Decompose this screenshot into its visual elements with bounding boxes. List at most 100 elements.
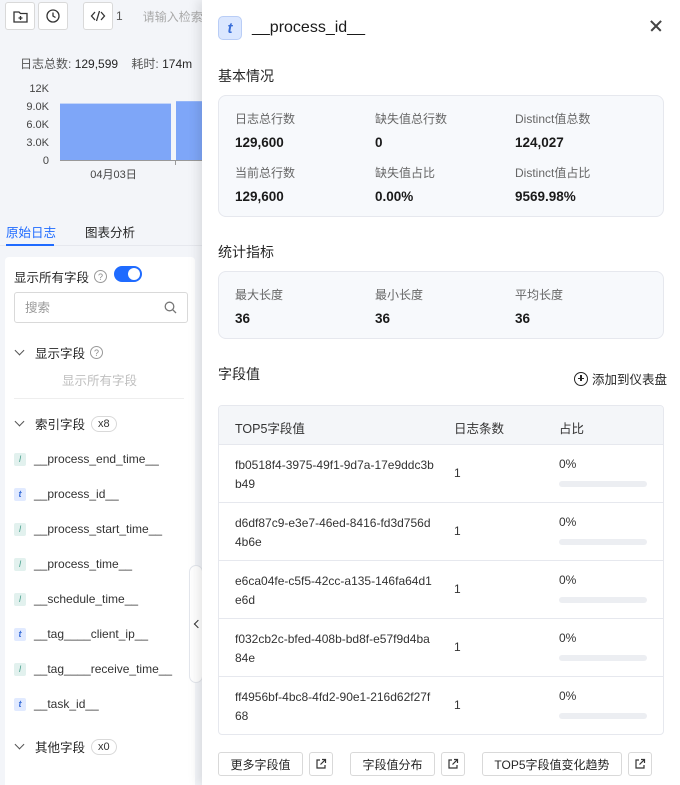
table-row[interactable]: fb0518f4-3975-49f1-9d7a-17e9ddc3bb49 1 0… xyxy=(219,445,663,503)
metric-max-length: 最大长度 36 xyxy=(235,286,283,326)
stats-card: 最大长度 36 最小长度 36 平均长度 36 xyxy=(218,271,664,339)
row-ratio: 0% xyxy=(559,457,577,471)
tab-chart-analysis[interactable]: 图表分析 xyxy=(85,222,135,241)
index-fields-group[interactable]: 索引字段 x8 xyxy=(14,414,117,433)
saved-search-button[interactable] xyxy=(5,2,35,30)
open-more-values-button[interactable] xyxy=(309,752,333,776)
collapse-panel-handle[interactable] xyxy=(189,565,202,683)
table-header: TOP5字段值 日志条数 占比 xyxy=(219,406,663,445)
stats-title: 统计指标 xyxy=(218,244,274,260)
metric-avg-length: 平均长度 36 xyxy=(515,286,563,326)
top5-trend-button[interactable]: TOP5字段值变化趋势 xyxy=(482,752,622,776)
external-link-icon xyxy=(635,758,646,769)
field-name: __process_end_time__ xyxy=(34,452,159,466)
field-values-title: 字段值 xyxy=(218,366,260,382)
show-all-fields-toggle[interactable] xyxy=(114,266,142,282)
metric-value: 124,027 xyxy=(515,135,564,150)
metric-min-length: 最小长度 36 xyxy=(375,286,423,326)
query-editor[interactable]: 1 请输入检索语句 xyxy=(116,2,202,30)
history-button[interactable] xyxy=(38,2,68,30)
histogram-bar[interactable] xyxy=(176,101,202,160)
histogram-bar[interactable] xyxy=(60,103,171,160)
row-value: f032cb2c-bfed-408b-bd8f-e57f9d4ba84e xyxy=(235,632,430,665)
field-item[interactable]: l __process_time__ xyxy=(14,557,132,571)
row-ratio: 0% xyxy=(559,631,577,645)
field-item[interactable]: t __task_id__ xyxy=(14,697,99,711)
metric-missing-rows: 缺失值总行数 0 xyxy=(375,110,447,150)
header-ratio: 占比 xyxy=(559,422,585,436)
tab-raw-logs[interactable]: 原始日志 xyxy=(6,222,56,241)
row-value: d6df87c9-e3e7-46ed-8416-fd3d756d4b6e xyxy=(235,516,431,549)
field-name: __tag____client_ip__ xyxy=(34,627,149,641)
toggle-knob xyxy=(128,268,140,280)
close-icon[interactable] xyxy=(648,18,664,34)
divider xyxy=(14,398,184,399)
row-ratio: 0% xyxy=(559,573,577,587)
code-mode-button[interactable] xyxy=(83,2,113,30)
metric-value: 129,600 xyxy=(235,135,284,150)
ratio-bar xyxy=(559,597,647,603)
other-fields-group[interactable]: 其他字段 x0 xyxy=(14,737,117,756)
open-distribution-button[interactable] xyxy=(441,752,465,776)
log-histogram[interactable]: 12K9.0K6.0K3.0K004月03日04月04日 xyxy=(0,80,202,190)
value-distribution-button[interactable]: 字段值分布 xyxy=(350,752,435,776)
row-value: fb0518f4-3975-49f1-9d7a-17e9ddc3bb49 xyxy=(235,458,434,491)
clock-icon xyxy=(46,9,60,23)
metric-total-rows: 日志总行数 129,600 xyxy=(235,110,295,150)
header-value: TOP5字段值 xyxy=(235,422,305,436)
metric-value: 36 xyxy=(375,311,391,326)
field-name: __schedule_time__ xyxy=(34,592,139,606)
query-line-number: 1 xyxy=(116,9,123,23)
total-value: 129,599 xyxy=(74,57,119,71)
log-search-background: 1 请输入检索语句 日志总数: 129,599 耗时: 174m 12K 9.0K… xyxy=(0,0,202,785)
help-icon[interactable]: ? xyxy=(94,270,108,283)
add-to-dashboard-button[interactable]: 添加到仪表盘 xyxy=(574,369,667,388)
field-name: __tag____receive_time__ xyxy=(34,662,173,676)
table-row[interactable]: ff4956bf-4bc8-4fd2-90e1-216d62f27f68 1 0… xyxy=(219,677,663,734)
table-row[interactable]: f032cb2c-bfed-408b-bd8f-e57f9d4ba84e 1 0… xyxy=(219,619,663,677)
x-tick-label: 04月03日 xyxy=(90,169,136,181)
add-to-dashboard-label: 添加到仪表盘 xyxy=(592,373,668,387)
field-item[interactable]: t __process_id__ xyxy=(14,487,119,501)
row-value: ff4956bf-4bc8-4fd2-90e1-216d62f27f68 xyxy=(235,690,431,723)
long-type-icon: l xyxy=(14,557,26,571)
chevron-down-icon xyxy=(14,345,25,356)
field-item[interactable]: l __process_end_time__ xyxy=(14,452,159,466)
metric-label: 最大长度 xyxy=(235,288,284,302)
field-item[interactable]: l __process_start_time__ xyxy=(14,522,162,536)
elapsed-label: 耗时: xyxy=(131,57,159,71)
field-item[interactable]: t __tag____client_ip__ xyxy=(14,627,148,641)
field-name: __process_start_time__ xyxy=(34,522,163,536)
text-type-icon: t xyxy=(14,627,26,641)
help-icon[interactable]: ? xyxy=(90,346,104,359)
field-item[interactable]: l __schedule_time__ xyxy=(14,592,138,606)
show-all-fields-link[interactable]: 显示所有字段 xyxy=(62,370,137,389)
field-name: __process_id__ xyxy=(34,487,119,501)
field-search-input[interactable] xyxy=(25,300,145,315)
query-toolbar: 1 请输入检索语句 xyxy=(0,0,202,34)
row-ratio: 0% xyxy=(559,689,577,703)
display-fields-group[interactable]: 显示字段 ? xyxy=(14,343,104,362)
table-row[interactable]: e6ca04fe-c5f5-42cc-a135-146fa64d1e6d 1 0… xyxy=(219,561,663,619)
code-icon xyxy=(90,10,106,22)
table-row[interactable]: d6df87c9-e3e7-46ed-8416-fd3d756d4b6e 1 0… xyxy=(219,503,663,561)
other-fields-label: 其他字段 xyxy=(35,741,86,755)
open-trend-button[interactable] xyxy=(628,752,652,776)
field-panel: 显示所有字段 ? 显示字段 ? 显示所有字段 索引字段 x8 l __proce… xyxy=(5,257,195,785)
field-item[interactable]: l __tag____receive_time__ xyxy=(14,662,172,676)
top5-values-table: TOP5字段值 日志条数 占比 fb0518f4-3975-49f1-9d7a-… xyxy=(218,405,664,735)
other-fields-count: x0 xyxy=(91,738,117,755)
basic-info-card: 日志总行数 129,600 缺失值总行数 0 Distinct值总数 124,0… xyxy=(218,95,664,217)
long-type-icon: l xyxy=(14,592,26,606)
row-count: 1 xyxy=(454,582,461,596)
external-link-icon xyxy=(448,758,459,769)
y-tick-label: 3.0K xyxy=(26,137,49,149)
more-values-button[interactable]: 更多字段值 xyxy=(218,752,303,776)
external-link-icon xyxy=(316,758,327,769)
y-tick-label: 0 xyxy=(43,155,49,167)
long-type-icon: l xyxy=(14,522,26,536)
metric-value: 9569.98% xyxy=(515,189,576,204)
metric-value: 36 xyxy=(235,311,251,326)
metric-current-rows: 当前总行数 129,600 xyxy=(235,164,295,204)
search-icon[interactable] xyxy=(164,301,177,314)
